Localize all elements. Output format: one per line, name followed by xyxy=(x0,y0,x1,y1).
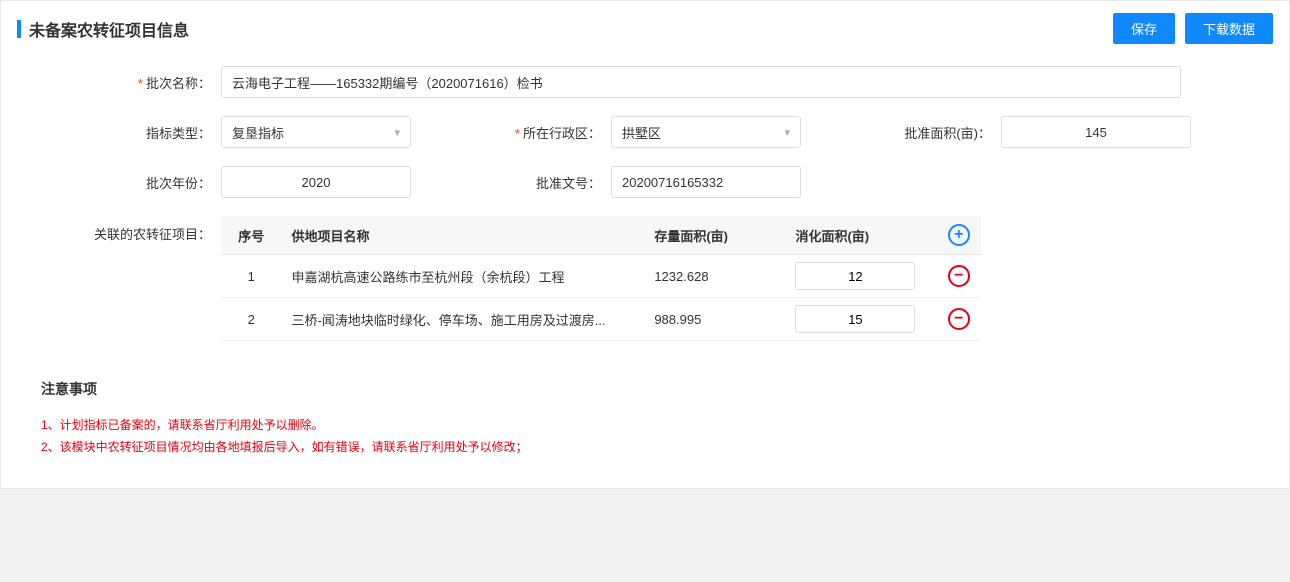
row-year-docno: 批次年份： 批准文号： xyxy=(51,166,1239,198)
batch-year-item: 批次年份： xyxy=(51,166,441,198)
cell-action: − xyxy=(937,298,981,341)
approved-area-label: 批准面积(亩)： xyxy=(831,123,1001,142)
title-accent-bar xyxy=(17,20,21,38)
region-select[interactable]: 拱墅区 ▾ xyxy=(611,116,801,148)
cell-seq: 1 xyxy=(221,255,281,298)
cell-stock: 988.995 xyxy=(644,298,785,341)
form-area: *批次名称： 指标类型： 复垦指标 ▾ *所在行政区： 拱墅区 ▾ xyxy=(1,56,1289,341)
assoc-label: 关联的农转征项目： xyxy=(51,216,221,243)
approval-no-input[interactable] xyxy=(611,166,801,198)
panel-container: 未备案农转征项目信息 保存 下载数据 *批次名称： 指标类型： 复垦指标 ▾ xyxy=(0,0,1290,489)
th-project-name: 供地项目名称 xyxy=(281,216,644,255)
chevron-down-icon: ▾ xyxy=(394,126,400,139)
chevron-down-icon: ▾ xyxy=(784,126,790,139)
approved-area-input[interactable] xyxy=(1001,116,1191,148)
consume-area-input[interactable] xyxy=(795,305,915,333)
indicator-type-item: 指标类型： 复垦指标 ▾ xyxy=(51,116,441,148)
cell-stock: 1232.628 xyxy=(644,255,785,298)
th-consume-area: 消化面积(亩) xyxy=(785,216,936,255)
cell-action: − xyxy=(937,255,981,298)
table-row: 2 三桥-闻涛地块临时绿化、停车场、施工用房及过渡房... 988.995 − xyxy=(221,298,981,341)
delete-row-icon[interactable]: − xyxy=(948,308,970,330)
table-row: 1 申嘉湖杭高速公路练市至杭州段（余杭段）工程 1232.628 − xyxy=(221,255,981,298)
notice-line-2: 2、该模块中农转征项目情况均由各地填报后导入，如有错误，请联系省厅利用处予以修改… xyxy=(41,437,1249,459)
row-indicator-region-area: 指标类型： 复垦指标 ▾ *所在行政区： 拱墅区 ▾ 批准面积(亩)： xyxy=(51,116,1239,148)
cell-name: 三桥-闻涛地块临时绿化、停车场、施工用房及过渡房... xyxy=(281,298,644,341)
notice-area: 注意事项 1、计划指标已备案的，请联系省厅利用处予以删除。 2、该模块中农转征项… xyxy=(1,359,1289,468)
th-action: + xyxy=(937,216,981,255)
region-item: *所在行政区： 拱墅区 ▾ xyxy=(441,116,831,148)
row-batch-name: *批次名称： xyxy=(51,66,1239,98)
assoc-table: 序号 供地项目名称 存量面积(亩) 消化面积(亩) + 1 申嘉湖杭高速 xyxy=(221,216,981,341)
download-button[interactable]: 下载数据 xyxy=(1185,13,1273,44)
page-title: 未备案农转征项目信息 xyxy=(29,17,189,41)
region-value: 拱墅区 xyxy=(622,123,661,142)
cell-consume xyxy=(785,255,936,298)
cell-seq: 2 xyxy=(221,298,281,341)
title-wrap: 未备案农转征项目信息 xyxy=(17,17,189,41)
row-assoc-projects: 关联的农转征项目： 序号 供地项目名称 存量面积(亩) 消化面积(亩) + xyxy=(51,216,1239,341)
cell-name: 申嘉湖杭高速公路练市至杭州段（余杭段）工程 xyxy=(281,255,644,298)
th-stock-area: 存量面积(亩) xyxy=(644,216,785,255)
indicator-type-select[interactable]: 复垦指标 ▾ xyxy=(221,116,411,148)
save-button[interactable]: 保存 xyxy=(1113,13,1175,44)
notice-title: 注意事项 xyxy=(41,379,1249,399)
approved-area-item: 批准面积(亩)： xyxy=(831,116,1191,148)
batch-year-input[interactable] xyxy=(221,166,411,198)
indicator-type-label: 指标类型： xyxy=(51,123,221,142)
consume-area-input[interactable] xyxy=(795,262,915,290)
cell-consume xyxy=(785,298,936,341)
region-label: *所在行政区： xyxy=(441,123,611,142)
panel-header: 未备案农转征项目信息 保存 下载数据 xyxy=(1,1,1289,56)
indicator-type-value: 复垦指标 xyxy=(232,123,284,142)
batch-year-label: 批次年份： xyxy=(51,173,221,192)
delete-row-icon[interactable]: − xyxy=(948,265,970,287)
header-buttons: 保存 下载数据 xyxy=(1113,13,1273,44)
add-row-icon[interactable]: + xyxy=(948,224,970,246)
approval-no-label: 批准文号： xyxy=(441,173,611,192)
assoc-table-wrap: 序号 供地项目名称 存量面积(亩) 消化面积(亩) + 1 申嘉湖杭高速 xyxy=(221,216,981,341)
approval-no-item: 批准文号： xyxy=(441,166,801,198)
th-seq: 序号 xyxy=(221,216,281,255)
batch-name-label: *批次名称： xyxy=(51,73,221,92)
batch-name-input[interactable] xyxy=(221,66,1181,98)
notice-line-1: 1、计划指标已备案的，请联系省厅利用处予以删除。 xyxy=(41,415,1249,437)
table-header-row: 序号 供地项目名称 存量面积(亩) 消化面积(亩) + xyxy=(221,216,981,255)
